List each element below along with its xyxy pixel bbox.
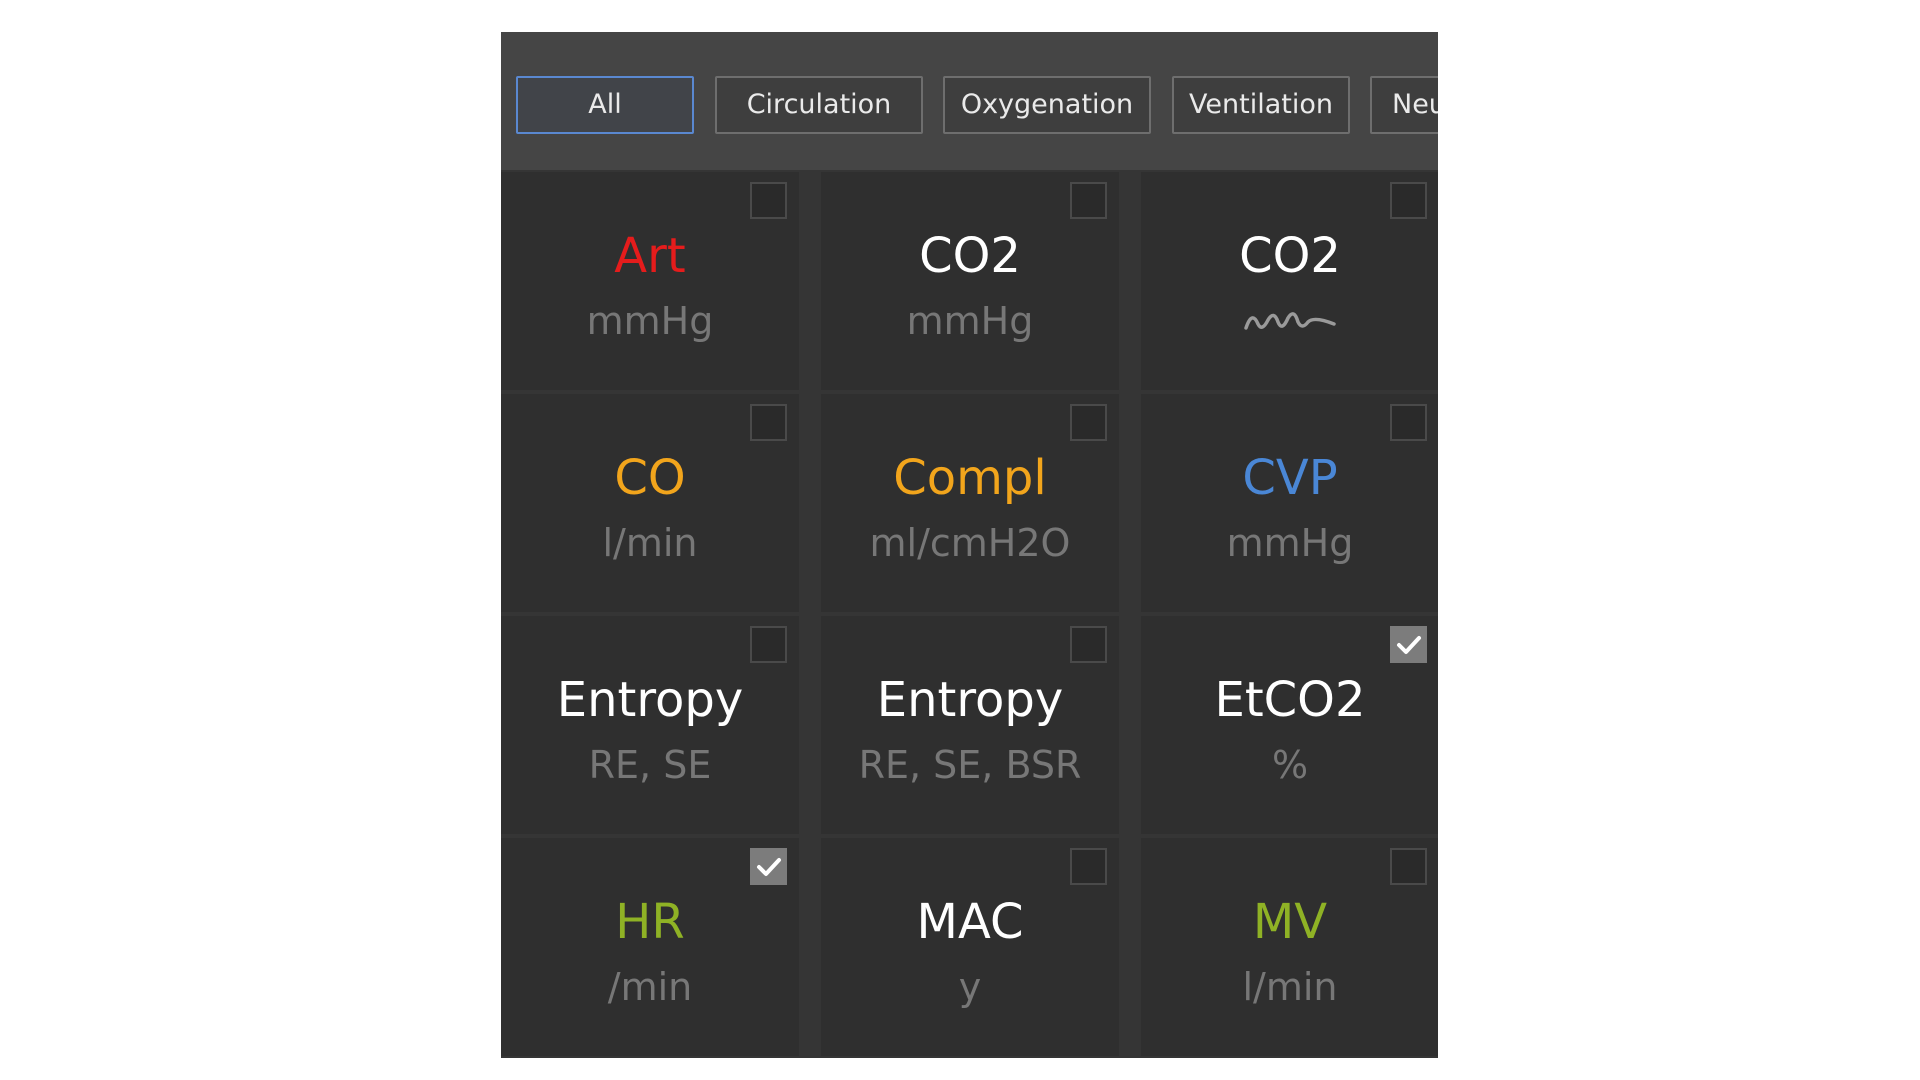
tab-ventilation[interactable]: Ventilation [1172, 76, 1350, 134]
checkbox-co2-mmhg[interactable] [1070, 182, 1107, 219]
checkbox-entropy-re-se-bsr[interactable] [1070, 626, 1107, 663]
tab-neuro[interactable]: Neu [1370, 76, 1438, 134]
tile-unit: mmHg [1226, 521, 1354, 565]
checkbox-etco2[interactable] [1390, 626, 1427, 663]
checkbox-co[interactable] [750, 404, 787, 441]
parameter-grid: Art mmHg CO2 mmHg CO2 CO l/min Compl ml/… [501, 172, 1438, 1058]
checkbox-art[interactable] [750, 182, 787, 219]
tile-compl[interactable]: Compl ml/cmH2O [821, 394, 1119, 612]
check-icon [1397, 636, 1421, 654]
tile-unit: RE, SE [588, 743, 712, 787]
co2-waveform-icon [1141, 306, 1438, 340]
tile-label: MV [1252, 894, 1328, 950]
tab-circulation[interactable]: Circulation [715, 76, 923, 134]
checkbox-mac[interactable] [1070, 848, 1107, 885]
tile-art[interactable]: Art mmHg [501, 172, 799, 390]
tile-unit: l/min [1242, 965, 1338, 1009]
tile-unit: % [1271, 743, 1309, 787]
checkbox-co2-waveform[interactable] [1390, 182, 1427, 219]
tile-entropy-re-se[interactable]: Entropy RE, SE [501, 616, 799, 834]
tile-hr[interactable]: HR /min [501, 838, 799, 1056]
tile-unit: /min [607, 965, 693, 1009]
tab-all[interactable]: All [516, 76, 694, 134]
tile-label: Entropy [556, 672, 744, 728]
tile-label: Entropy [876, 672, 1064, 728]
tile-unit: ml/cmH2O [869, 521, 1071, 565]
tile-label: HR [615, 894, 685, 950]
tile-entropy-re-se-bsr[interactable]: Entropy RE, SE, BSR [821, 616, 1119, 834]
tile-unit: mmHg [906, 299, 1034, 343]
tile-label: CO2 [919, 228, 1021, 284]
tile-label: MAC [916, 894, 1024, 950]
tile-cvp[interactable]: CVP mmHg [1141, 394, 1438, 612]
tile-etco2[interactable]: EtCO2 % [1141, 616, 1438, 834]
tile-mac[interactable]: MAC y [821, 838, 1119, 1056]
tile-label: CO [614, 450, 686, 506]
checkbox-cvp[interactable] [1390, 404, 1427, 441]
checkbox-entropy-re-se[interactable] [750, 626, 787, 663]
tile-co2-mmhg[interactable]: CO2 mmHg [821, 172, 1119, 390]
tile-unit: RE, SE, BSR [858, 743, 1082, 787]
tile-label: Compl [893, 450, 1047, 506]
tile-unit: l/min [602, 521, 698, 565]
tile-co2-waveform[interactable]: CO2 [1141, 172, 1438, 390]
checkbox-hr[interactable] [750, 848, 787, 885]
tile-co[interactable]: CO l/min [501, 394, 799, 612]
checkbox-compl[interactable] [1070, 404, 1107, 441]
category-tab-bar: All Circulation Oxygenation Ventilation … [501, 32, 1438, 170]
checkbox-mv[interactable] [1390, 848, 1427, 885]
tile-label: CO2 [1239, 228, 1341, 284]
tile-label: EtCO2 [1214, 672, 1366, 728]
tab-oxygenation[interactable]: Oxygenation [943, 76, 1151, 134]
parameter-selection-panel: All Circulation Oxygenation Ventilation … [501, 32, 1438, 1058]
tile-label: CVP [1242, 450, 1338, 506]
tile-unit: y [958, 965, 982, 1009]
tile-label: Art [614, 228, 686, 284]
check-icon [757, 858, 781, 876]
tile-unit: mmHg [586, 299, 714, 343]
tile-mv[interactable]: MV l/min [1141, 838, 1438, 1056]
